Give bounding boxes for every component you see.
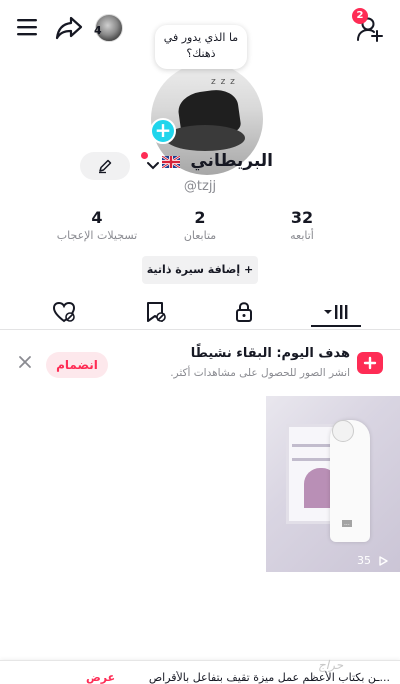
display-name: البريطاني — [190, 151, 273, 171]
notification-badge: 2 — [352, 8, 368, 24]
note-bubble[interactable]: ما الذي يدور في ذهنك؟ — [155, 25, 247, 69]
lock-icon[interactable] — [229, 297, 259, 327]
following-count[interactable]: 32 — [257, 208, 347, 227]
edit-profile-button[interactable] — [80, 152, 130, 180]
goal-subtitle: انشر الصور للحصول على مشاهدات أكثر. — [170, 367, 350, 379]
video-caption: ... — [342, 520, 352, 527]
add-story-button[interactable]: + — [150, 118, 176, 144]
likes-count[interactable]: 4 — [52, 208, 142, 227]
goal-icon — [357, 352, 383, 374]
menu-icon[interactable] — [14, 14, 40, 40]
close-icon[interactable] — [18, 355, 32, 369]
chevron-down-icon[interactable] — [146, 158, 160, 172]
video-thumbnail[interactable]: ... 35 — [266, 396, 400, 572]
tabs-divider — [0, 329, 400, 330]
likes-label[interactable]: تسجيلات الإعجاب — [42, 229, 152, 242]
watermark: حراج — [318, 658, 344, 672]
liked-hidden-icon[interactable] — [49, 297, 79, 327]
add-bio-button[interactable]: + إضافة سيرة ذاتية — [142, 256, 258, 284]
grid-icon[interactable] — [321, 297, 351, 327]
view-count: 35 — [357, 554, 371, 567]
avatar-shadow — [165, 125, 245, 151]
pencil-icon — [99, 159, 112, 174]
username: @tzjj — [183, 179, 217, 194]
followers-label[interactable]: متابعان — [145, 229, 255, 242]
bottom-text: ...ـن بكتاب الأعظم عمل ميزة تقيف بتفاعل … — [148, 671, 390, 684]
share-icon[interactable] — [54, 14, 84, 42]
active-tab-indicator — [311, 325, 361, 327]
bookmark-hidden-icon[interactable] — [140, 297, 170, 327]
followers-count[interactable]: 2 — [155, 208, 245, 227]
goal-title: هدف اليوم: البقاء نشيطًا — [190, 346, 350, 361]
play-icon — [379, 556, 388, 566]
zzz-decoration: z z z — [211, 77, 236, 87]
following-label[interactable]: أتابعه — [247, 229, 357, 242]
join-button[interactable]: انضمام — [46, 352, 108, 378]
friends-count: 4 — [94, 24, 102, 37]
uk-flag-icon — [162, 156, 180, 168]
offer-link[interactable]: عرض — [86, 671, 115, 684]
